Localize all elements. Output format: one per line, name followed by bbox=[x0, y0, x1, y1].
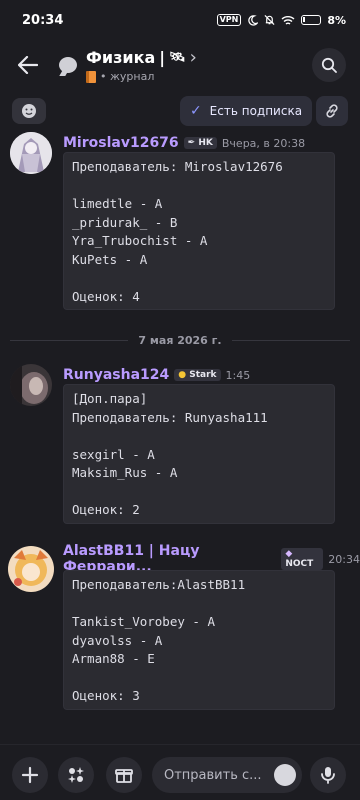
plus-icon bbox=[21, 766, 39, 784]
avatar[interactable] bbox=[10, 364, 52, 406]
code-line: Maksim_Rus - A bbox=[72, 465, 178, 480]
avatar-image bbox=[10, 132, 52, 174]
moon-icon bbox=[248, 14, 259, 26]
search-icon bbox=[321, 57, 337, 73]
sparkle-apps-icon bbox=[68, 767, 84, 783]
code-line: Преподаватель: Runyasha111 bbox=[72, 409, 268, 425]
message-time: 1:45 bbox=[225, 368, 251, 382]
code-line: Оценок: 3 bbox=[72, 688, 140, 703]
avatar[interactable] bbox=[8, 546, 54, 592]
code-line: Преподаватель: Miroslav12676 bbox=[72, 159, 283, 174]
avatar-image bbox=[10, 364, 52, 406]
code-block: Преподаватель:AlastBB11 Tankist_Vorobey … bbox=[63, 570, 335, 710]
add-attachment-button[interactable] bbox=[12, 757, 48, 793]
date-divider: 7 мая 2026 г. bbox=[0, 330, 360, 350]
battery-icon bbox=[301, 15, 322, 25]
pen-icon: ✒ bbox=[187, 138, 196, 148]
link-icon bbox=[326, 104, 338, 118]
search-button[interactable] bbox=[312, 48, 346, 82]
code-block: [Доп.пара] Преподаватель: Runyasha111 se… bbox=[63, 384, 335, 524]
checkmark-icon: ✓ bbox=[189, 103, 202, 119]
code-line: limedtle - A bbox=[72, 196, 163, 211]
subscription-button[interactable]: ✓ Есть подписка bbox=[180, 96, 312, 126]
chat-bubble-icon bbox=[56, 53, 80, 77]
book-icon bbox=[86, 70, 96, 83]
code-line: Оценок: 2 bbox=[72, 502, 140, 517]
code-line: Arman88 - E bbox=[72, 651, 155, 666]
status-icons: VPN 8% bbox=[216, 13, 346, 27]
code-line: KuPets - A bbox=[72, 251, 148, 267]
message-input[interactable]: Отправить с... bbox=[152, 757, 302, 793]
status-bar: 20:34 VPN 8% bbox=[0, 0, 360, 40]
username[interactable]: Miroslav12676 bbox=[63, 135, 179, 151]
smiley-icon bbox=[22, 104, 36, 118]
wifi-icon bbox=[281, 15, 295, 25]
code-line: _pridurak_ - B bbox=[72, 214, 178, 230]
status-time: 20:34 bbox=[22, 12, 64, 28]
subscription-label: Есть подписка bbox=[209, 104, 303, 118]
message-time: Вчера, в 20:38 bbox=[221, 136, 306, 150]
chevron-right-icon: › bbox=[189, 47, 197, 68]
channel-subtitle: • журнал bbox=[100, 70, 155, 83]
code-line: Yra_Trubochist - A bbox=[72, 233, 208, 248]
smile-face-icon: ● bbox=[178, 370, 187, 380]
action-bar: ✓ Есть подписка bbox=[0, 96, 360, 128]
clan-tag: ◆ NOCT bbox=[281, 548, 324, 570]
clan-tag: ● Stark bbox=[174, 369, 221, 381]
code-line: [Доп.пара] bbox=[72, 391, 148, 406]
gift-icon bbox=[115, 769, 133, 783]
bell-muted-icon bbox=[264, 14, 275, 26]
channel-separator: | bbox=[159, 48, 166, 67]
date-divider-label: 7 мая 2026 г. bbox=[138, 333, 222, 347]
back-button[interactable] bbox=[0, 40, 56, 90]
emoji-reaction-button[interactable] bbox=[12, 98, 46, 124]
vpn-icon: VPN bbox=[216, 14, 242, 26]
message-time: 20:34 bbox=[328, 552, 360, 566]
emoji-picker-icon[interactable] bbox=[274, 764, 296, 786]
microphone-icon bbox=[321, 767, 335, 784]
avatar-image bbox=[8, 546, 54, 592]
clan-tag-label: Stark bbox=[189, 370, 217, 380]
cat-icon: ◆ bbox=[285, 549, 293, 559]
avatar[interactable] bbox=[10, 132, 52, 174]
code-line: dyavolss - A bbox=[72, 632, 163, 648]
copy-link-button[interactable] bbox=[316, 96, 348, 126]
message-input-placeholder: Отправить с... bbox=[164, 767, 262, 783]
satellite-emoji: 🛰 bbox=[169, 50, 186, 65]
gift-button[interactable] bbox=[106, 757, 142, 793]
channel-header: Физика | 🛰 › • журнал bbox=[0, 40, 360, 90]
code-line: Преподаватель:AlastBB11 bbox=[72, 577, 246, 592]
code-line: sexgirl - A bbox=[72, 446, 155, 462]
apps-button[interactable] bbox=[58, 757, 94, 793]
code-block: Преподаватель: Miroslav12676 limedtle - … bbox=[63, 152, 335, 310]
arrow-left-icon bbox=[18, 56, 38, 74]
voice-message-button[interactable] bbox=[310, 757, 346, 793]
clan-tag: ✒ HK bbox=[183, 137, 217, 149]
username[interactable]: Runyasha124 bbox=[63, 367, 169, 383]
battery-level: 8% bbox=[327, 13, 346, 27]
clan-tag-label: HK bbox=[198, 138, 213, 148]
code-line: Оценок: 4 bbox=[72, 288, 140, 304]
channel-name: Физика bbox=[86, 48, 156, 67]
code-line: Tankist_Vorobey - A bbox=[72, 614, 215, 629]
message-composer: Отправить с... bbox=[0, 744, 360, 800]
clan-tag-label: NOCT bbox=[285, 559, 314, 569]
channel-title-area[interactable]: Физика | 🛰 › • журнал bbox=[86, 47, 312, 83]
